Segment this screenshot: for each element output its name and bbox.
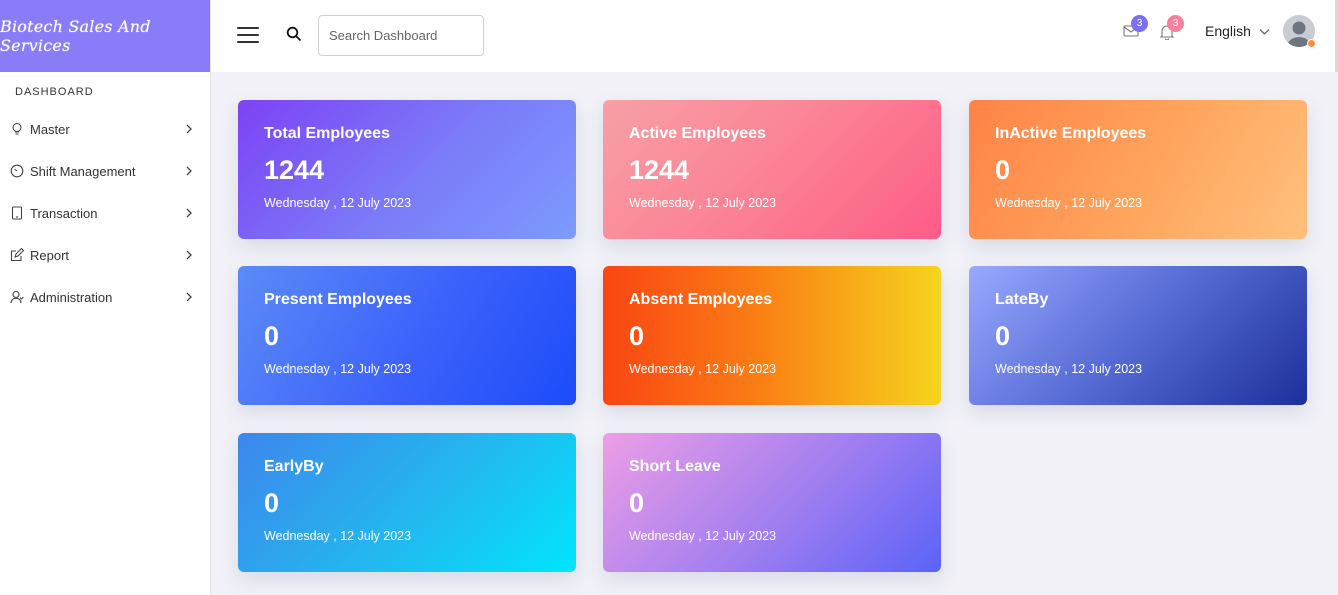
- card-date: Wednesday , 12 July 2023: [995, 362, 1143, 376]
- tablet-icon: [9, 205, 25, 221]
- card-title: Total Employees: [264, 125, 390, 142]
- brand-logo-text: Biotech Sales And Services: [0, 17, 151, 55]
- card-total-employees[interactable]: Total Employees 1244 Wednesday , 12 July…: [238, 100, 576, 239]
- sidebar-item-shift-management[interactable]: Shift Management: [0, 150, 210, 192]
- card-inactive-employees[interactable]: InActive Employees 0 Wednesday , 12 July…: [969, 100, 1307, 239]
- search-input[interactable]: [318, 15, 484, 56]
- card-title: Present Employees: [264, 291, 412, 308]
- card-title: Active Employees: [629, 125, 766, 142]
- sidebar-item-label: Master: [30, 121, 70, 137]
- card-short-leave[interactable]: Short Leave 0 Wednesday , 12 July 2023: [603, 433, 941, 572]
- card-date: Wednesday , 12 July 2023: [264, 362, 412, 376]
- sidebar-item-label: Transaction: [30, 205, 98, 221]
- card-present-employees[interactable]: Present Employees 0 Wednesday , 12 July …: [238, 266, 576, 405]
- chevron-down-icon: [1259, 23, 1270, 39]
- card-title: EarlyBy: [264, 458, 324, 475]
- sidebar-section-title: DASHBOARD: [15, 86, 94, 98]
- card-date: Wednesday , 12 July 2023: [264, 196, 412, 210]
- topbar: 3 3 English: [211, 0, 1338, 72]
- card-date: Wednesday , 12 July 2023: [629, 362, 777, 376]
- card-value: 0: [629, 321, 645, 351]
- card-title: Absent Employees: [629, 291, 773, 308]
- card-title: InActive Employees: [995, 125, 1147, 142]
- user-avatar[interactable]: [1283, 15, 1316, 48]
- card-lateby[interactable]: LateBy 0 Wednesday , 12 July 2023: [969, 266, 1307, 405]
- card-value: 0: [995, 321, 1011, 351]
- search-icon[interactable]: [286, 26, 304, 44]
- chevron-right-icon: [184, 208, 194, 218]
- sidebar: Biotech Sales And Services DASHBOARD Mas…: [0, 0, 211, 595]
- card-absent-employees[interactable]: Absent Employees 0 Wednesday , 12 July 2…: [603, 266, 941, 405]
- sidebar-menu: Master Shift Management Transaction Repo…: [0, 108, 210, 318]
- card-date: Wednesday , 12 July 2023: [995, 196, 1143, 210]
- sidebar-item-master[interactable]: Master: [0, 108, 210, 150]
- sidebar-item-administration[interactable]: Administration: [0, 276, 210, 318]
- notifications-button[interactable]: 3: [1159, 15, 1184, 46]
- edit-icon: [9, 247, 25, 263]
- sidebar-item-report[interactable]: Report: [0, 234, 210, 276]
- status-indicator: [1307, 39, 1316, 48]
- card-value: 1244: [264, 155, 325, 185]
- card-title: Short Leave: [629, 458, 721, 475]
- chevron-right-icon: [184, 250, 194, 260]
- card-date: Wednesday , 12 July 2023: [264, 529, 412, 543]
- card-value: 0: [629, 488, 645, 518]
- chevron-right-icon: [184, 292, 194, 302]
- card-date: Wednesday , 12 July 2023: [629, 196, 777, 210]
- sidebar-item-transaction[interactable]: Transaction: [0, 192, 210, 234]
- lightbulb-icon: [9, 121, 25, 137]
- card-value: 0: [995, 155, 1011, 185]
- sidebar-item-label: Shift Management: [30, 163, 136, 179]
- card-value: 0: [264, 321, 280, 351]
- chevron-right-icon: [184, 124, 194, 134]
- sidebar-item-label: Administration: [30, 289, 113, 305]
- gauge-icon: [9, 163, 25, 179]
- language-selector[interactable]: English: [1205, 23, 1270, 39]
- brand-header[interactable]: Biotech Sales And Services: [0, 0, 210, 72]
- card-value: 1244: [629, 155, 690, 185]
- notification-count-badge: 3: [1167, 15, 1184, 32]
- card-title: LateBy: [995, 291, 1049, 308]
- chevron-right-icon: [184, 166, 194, 176]
- menu-toggle-icon[interactable]: [237, 27, 259, 45]
- mail-count-badge: 3: [1131, 15, 1148, 32]
- card-date: Wednesday , 12 July 2023: [629, 529, 777, 543]
- language-label: English: [1205, 23, 1251, 39]
- users-icon: [9, 289, 25, 305]
- card-earlyby[interactable]: EarlyBy 0 Wednesday , 12 July 2023: [238, 433, 576, 572]
- card-active-employees[interactable]: Active Employees 1244 Wednesday , 12 Jul…: [603, 100, 941, 239]
- sidebar-item-label: Report: [30, 247, 70, 263]
- card-value: 0: [264, 488, 280, 518]
- mail-button[interactable]: 3: [1123, 15, 1148, 46]
